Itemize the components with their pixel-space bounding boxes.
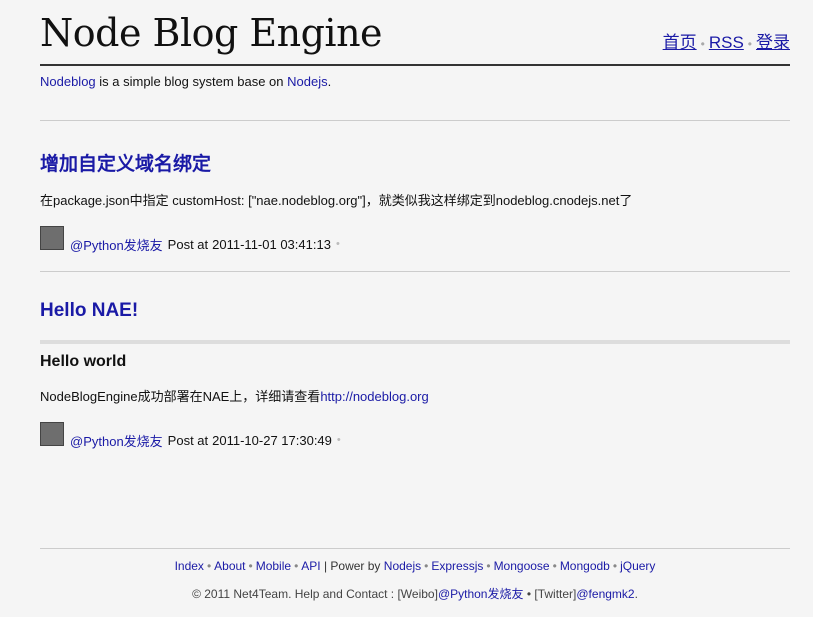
post-timestamp: 2011-10-27 17:30:49 [212, 432, 332, 448]
footer-twitter-link[interactable]: @fengmk2 [576, 587, 634, 601]
post-heading: Hello world [40, 353, 127, 370]
footer-about-link[interactable]: About [214, 559, 245, 573]
nav-separator: • [747, 37, 752, 51]
nav-login-link[interactable]: 登录 [756, 33, 790, 52]
post-meta: @Python发烧友 Post at 2011-11-01 03:41:13 • [40, 226, 340, 256]
post-body-text: NodeBlogEngine成功部署在NAE上，详细请查看 [40, 389, 321, 404]
tagline-text: is a simple blog system base on [95, 74, 288, 89]
meta-dot: • [335, 238, 340, 250]
footer-power-label: | Power by [323, 559, 381, 573]
footer-expressjs-link[interactable]: Expressjs [431, 559, 483, 573]
author-link[interactable]: @Python发烧友 [70, 431, 163, 450]
post-divider [40, 120, 790, 121]
post-timestamp: 2011-11-01 03:41:13 [212, 236, 331, 252]
copyright-end: . [634, 587, 638, 601]
post-divider [40, 271, 790, 272]
tagline: Nodeblog is a simple blog system base on… [40, 74, 331, 89]
twitter-label: • [Twitter] [526, 587, 577, 601]
footer-mobile-link[interactable]: Mobile [256, 559, 291, 573]
footer-api-link[interactable]: API [301, 559, 320, 573]
tagline-end: . [327, 74, 332, 89]
footer-jquery-link[interactable]: jQuery [620, 559, 655, 573]
post-body: NodeBlogEngine成功部署在NAE上，详细请查看http://node… [40, 386, 429, 405]
post-at-label: Post at [167, 236, 209, 252]
avatar[interactable] [40, 422, 64, 446]
site-header: Node Blog Engine 首页 • RSS • 登录 [40, 0, 790, 66]
nodeblog-url-link[interactable]: http://nodeblog.org [320, 389, 428, 404]
nodejs-link[interactable]: Nodejs [287, 74, 327, 89]
page: Node Blog Engine 首页 • RSS • 登录 Nodeblog is a… [40, 0, 790, 617]
footer-divider [40, 548, 790, 549]
post-at-label: Post at [167, 432, 209, 448]
footer-mongoose-link[interactable]: Mongoose [494, 559, 550, 573]
post-meta: @Python发烧友 Post at 2011-10-27 17:30:49 • [40, 422, 341, 452]
copyright-text: © 2011 Net4Team. Help and Contact : [Wei… [192, 587, 438, 601]
footer-mongodb-link[interactable]: Mongodb [560, 559, 610, 573]
footer-index-link[interactable]: Index [175, 559, 204, 573]
footer-copyright: © 2011 Net4Team. Help and Contact : [Wei… [40, 585, 790, 602]
post-title-link[interactable]: Hello NAE! [40, 300, 138, 322]
footer-weibo-link[interactable]: @Python发烧友 [438, 587, 524, 601]
top-nav: 首页 • RSS • 登录 [663, 28, 790, 53]
footer-nodejs-link[interactable]: Nodejs [384, 559, 421, 573]
nav-separator: • [700, 37, 705, 51]
meta-dot: • [336, 434, 341, 446]
nav-home-link[interactable]: 首页 [663, 33, 697, 52]
post-title-link[interactable]: 增加自定义域名绑定 [40, 149, 211, 176]
post-body: 在package.json中指定 customHost: ["nae.nodeb… [40, 193, 633, 208]
nodeblog-link[interactable]: Nodeblog [40, 74, 96, 89]
post-content-divider [40, 340, 790, 344]
site-title: Node Blog Engine [40, 11, 383, 55]
author-link[interactable]: @Python发烧友 [70, 235, 163, 254]
footer-links: Index • About • Mobile • API | Power by Nodejs… [174, 559, 656, 573]
avatar[interactable] [40, 226, 64, 250]
nav-rss-link[interactable]: RSS [709, 33, 744, 52]
